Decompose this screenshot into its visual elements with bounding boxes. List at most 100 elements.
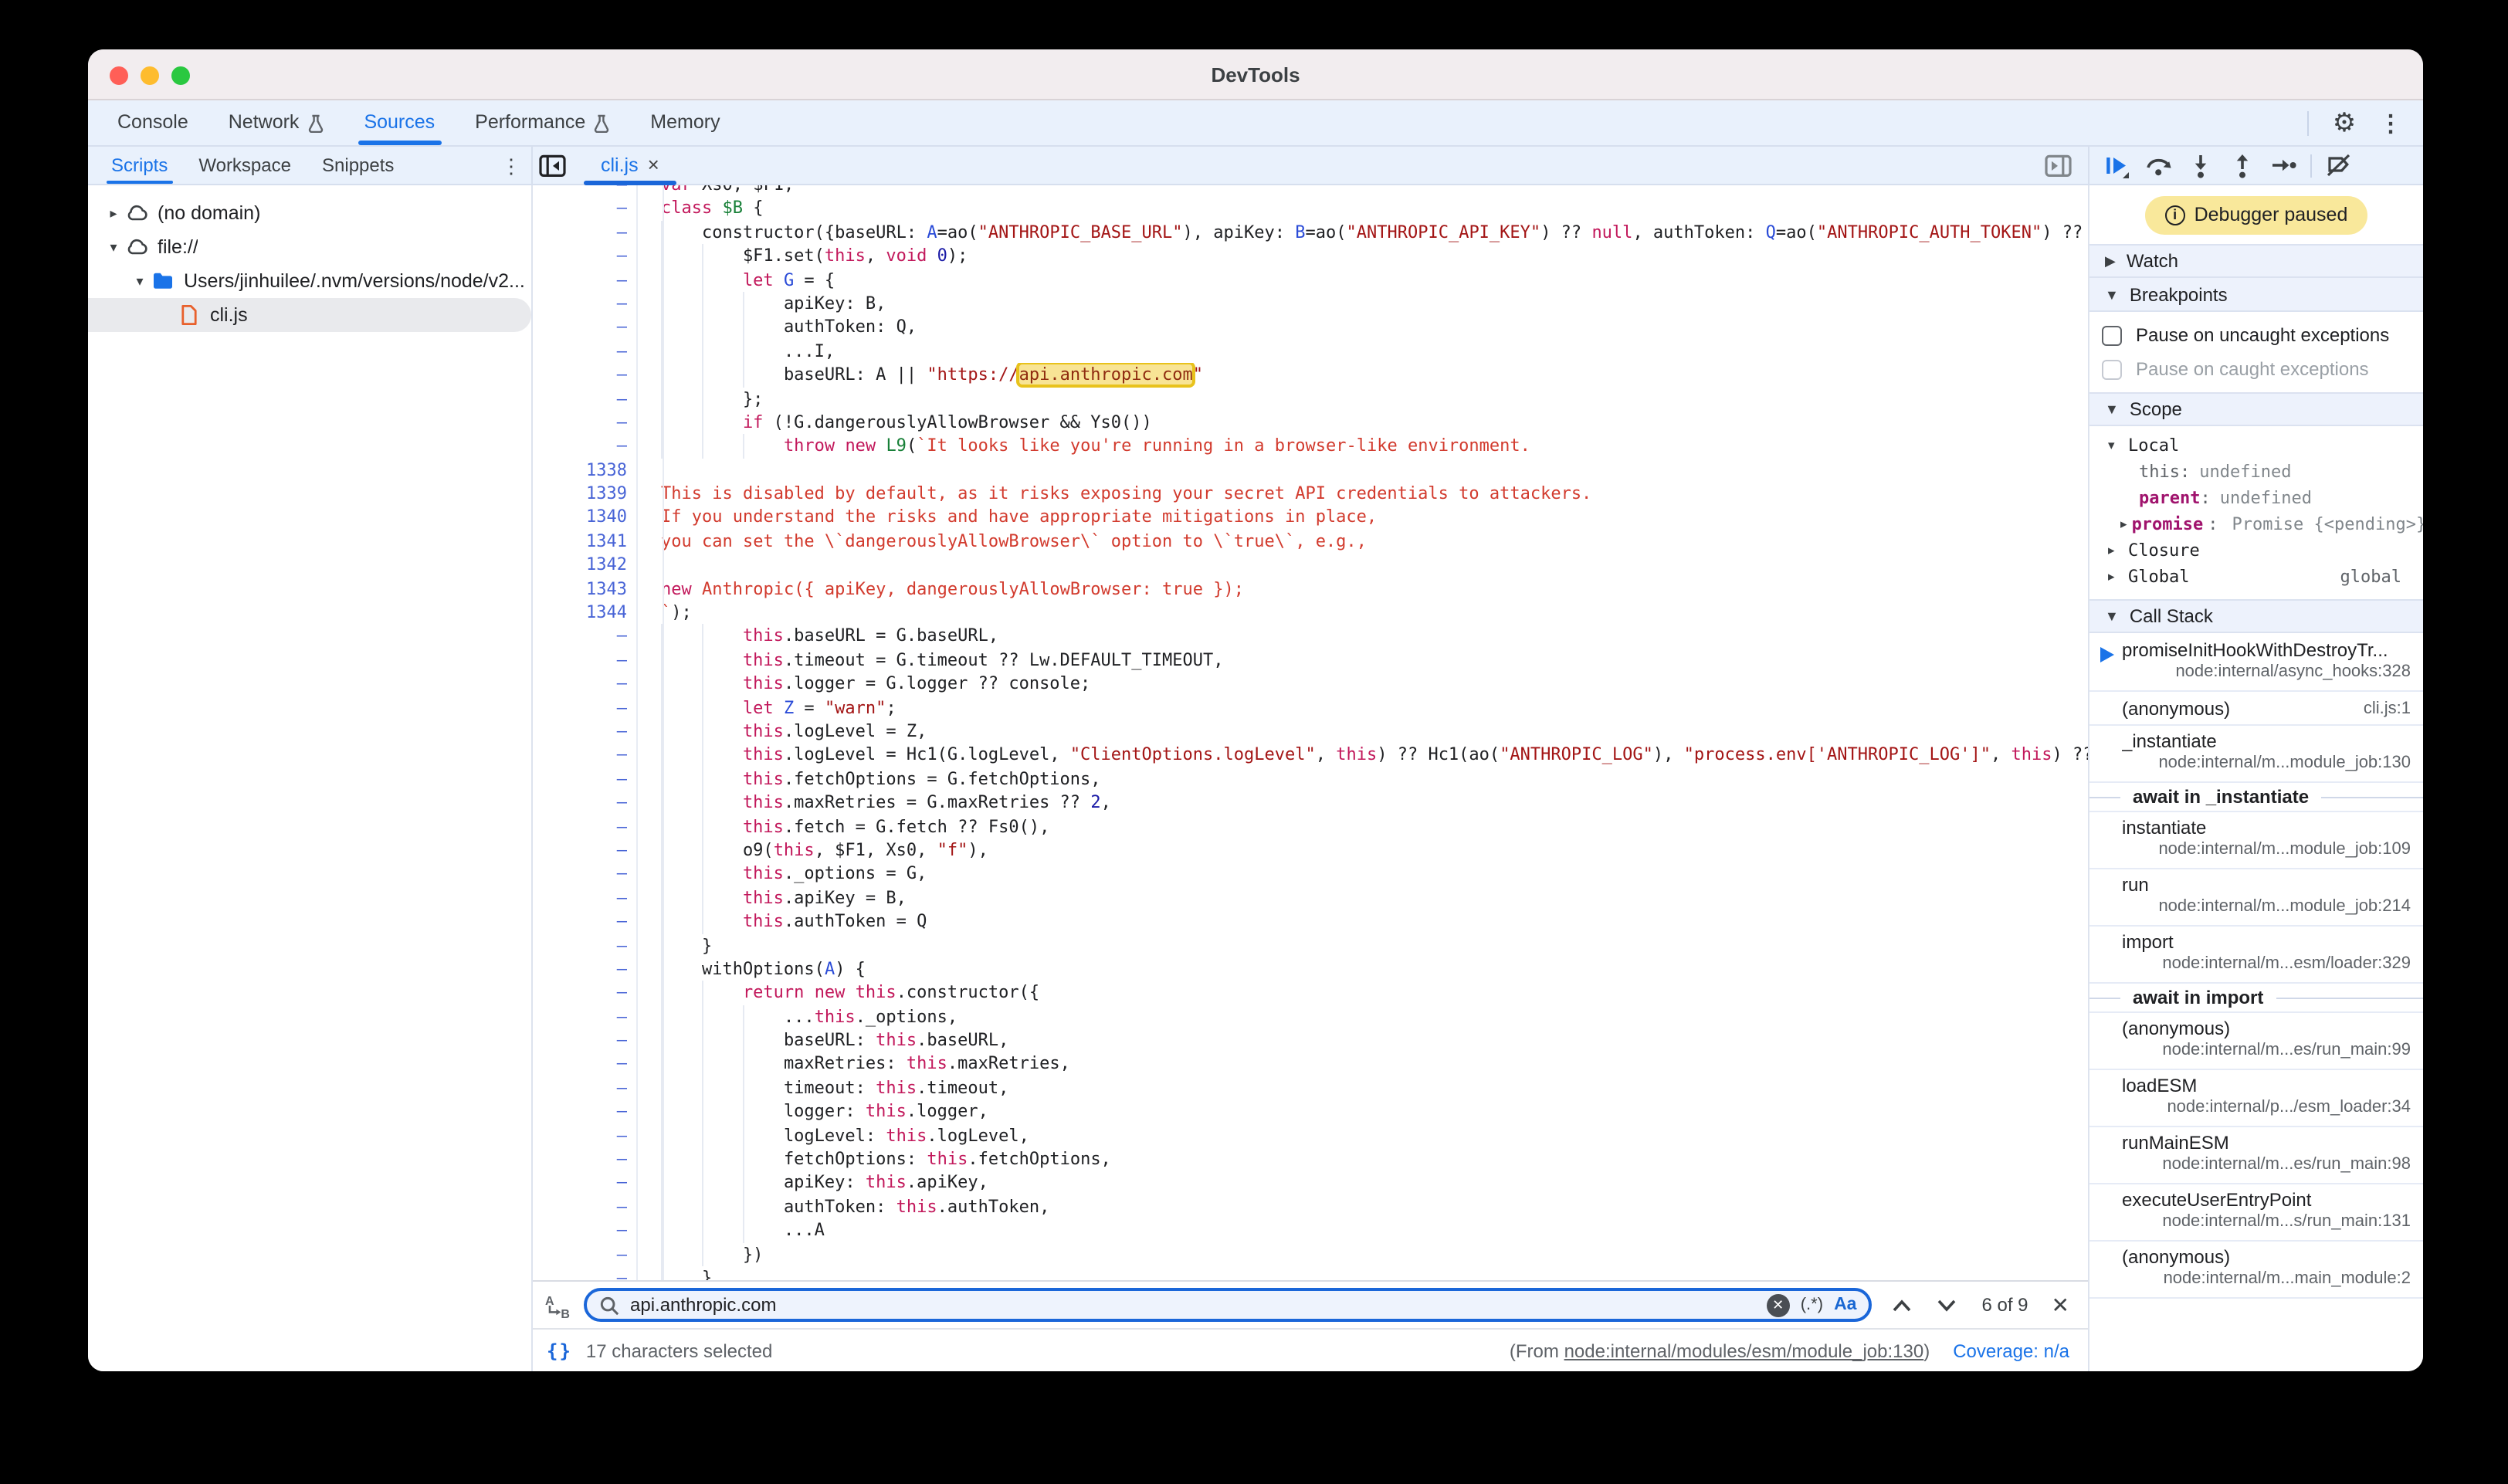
tab-console[interactable]: Console <box>97 100 208 145</box>
code-line-text[interactable]: baseURL: A || "https://api.anthropic.com… <box>638 363 2088 387</box>
code-line-text[interactable]: maxRetries: this.maxRetries, <box>638 1052 2088 1076</box>
code-line-text[interactable]: this.apiKey = B, <box>638 886 2088 910</box>
line-gutter[interactable]: 1338 <box>533 458 638 482</box>
callstack-frame-anonymous[interactable]: (anonymous)node:internal/m...main_module… <box>2089 1242 2423 1299</box>
tree-item-file[interactable]: ▾file:// <box>88 230 531 264</box>
code-line[interactable]: –this.logLevel = Z, <box>533 720 2088 744</box>
code-line[interactable]: 1340If you understand the risks and have… <box>533 506 2088 530</box>
code-line[interactable]: –authToken: this.authToken, <box>533 1195 2088 1219</box>
code-line[interactable]: –} <box>533 1266 2088 1280</box>
code-line[interactable]: –} <box>533 933 2088 957</box>
code-line[interactable]: 1344`); <box>533 601 2088 625</box>
code-line[interactable]: –this.fetch = G.fetch ?? Fs0(), <box>533 815 2088 839</box>
code-line[interactable]: –this._options = G, <box>533 862 2088 886</box>
code-line-text[interactable]: o9(this, $F1, Xs0, "f"), <box>638 839 2088 862</box>
chevron-down-icon[interactable]: ▾ <box>130 273 150 290</box>
code-line[interactable]: –this.logger = G.logger ?? console; <box>533 672 2088 696</box>
clear-search-icon[interactable]: ✕ <box>1767 1293 1790 1316</box>
tab-sources[interactable]: Sources <box>344 100 455 145</box>
navigator-tab-scripts[interactable]: Scripts <box>96 147 183 184</box>
code-line-text[interactable]: $F1.set(this, void 0); <box>638 244 2088 268</box>
code-line-text[interactable]: this.baseURL = G.baseURL, <box>638 625 2088 649</box>
regex-toggle[interactable]: (.*) <box>1801 1296 1823 1314</box>
code-line[interactable]: –...I, <box>533 339 2088 363</box>
code-line-text[interactable]: constructor({baseURL: A=ao("ANTHROPIC_BA… <box>638 221 2088 245</box>
line-gutter[interactable]: – <box>533 744 638 767</box>
code-line-text[interactable]: } <box>638 933 2088 957</box>
line-gutter[interactable]: 1340 <box>533 506 638 530</box>
callstack-frame-instantiate[interactable]: _instantiatenode:internal/m...module_job… <box>2089 726 2423 783</box>
code-line[interactable]: –authToken: Q, <box>533 316 2088 340</box>
module-source-link[interactable]: node:internal/modules/esm/module_job:130 <box>1564 1340 1924 1361</box>
line-gutter[interactable]: – <box>533 981 638 1005</box>
chevron-right-icon[interactable]: ▸ <box>103 205 124 222</box>
tab-performance[interactable]: Performance <box>455 100 630 145</box>
code-line[interactable]: –this.apiKey = B, <box>533 886 2088 910</box>
frame-location[interactable]: node:internal/m...main_module:2 <box>2122 1269 2411 1288</box>
settings-gear-icon[interactable]: ⚙ <box>2324 103 2364 143</box>
line-gutter[interactable]: – <box>533 839 638 862</box>
search-query[interactable]: api.anthropic.com <box>630 1294 1756 1316</box>
chevron-right-icon[interactable]: ▸ <box>2120 516 2127 533</box>
checkbox-unchecked[interactable] <box>2102 359 2122 379</box>
navigator-tab-snippets[interactable]: Snippets <box>307 147 409 184</box>
callstack-frame-runmainesm[interactable]: runMainESMnode:internal/m...es/run_main:… <box>2089 1127 2423 1184</box>
code-line-text[interactable]: this._options = G, <box>638 862 2088 886</box>
code-line-text[interactable]: authToken: Q, <box>638 316 2088 340</box>
section-call-stack[interactable]: ▼ Call Stack <box>2089 599 2423 633</box>
code-line[interactable]: –var Xs0, $F1; <box>533 185 2088 197</box>
code-line[interactable]: –withOptions(A) { <box>533 957 2088 981</box>
code-line-text[interactable]: fetchOptions: this.fetchOptions, <box>638 1147 2088 1171</box>
code-line-text[interactable]: apiKey: this.apiKey, <box>638 1171 2088 1195</box>
checkbox-unchecked[interactable] <box>2102 325 2122 345</box>
code-line-text[interactable]: var Xs0, $F1; <box>638 185 2088 197</box>
step-icon[interactable] <box>2269 151 2298 179</box>
line-gutter[interactable]: – <box>533 339 638 363</box>
code-line[interactable]: –logger: this.logger, <box>533 1099 2088 1123</box>
line-gutter[interactable]: – <box>533 363 638 387</box>
callstack-frame-loadesm[interactable]: loadESMnode:internal/p.../esm_loader:34 <box>2089 1070 2423 1127</box>
line-gutter[interactable]: – <box>533 720 638 744</box>
line-gutter[interactable]: 1341 <box>533 530 638 554</box>
code-line[interactable]: –this.authToken = Q <box>533 910 2088 933</box>
code-line[interactable]: –baseURL: this.baseURL, <box>533 1028 2088 1052</box>
frame-location[interactable]: node:internal/m...module_job:214 <box>2122 897 2411 916</box>
resume-script-icon[interactable] <box>2102 151 2131 179</box>
step-into-icon[interactable] <box>2185 151 2215 179</box>
chevron-down-icon[interactable]: ▾ <box>103 239 124 256</box>
line-gutter[interactable]: – <box>533 1123 638 1147</box>
close-find-bar-icon[interactable]: ✕ <box>2049 1292 2072 1318</box>
code-line-text[interactable]: }) <box>638 1242 2088 1266</box>
code-line[interactable]: –maxRetries: this.maxRetries, <box>533 1052 2088 1076</box>
line-gutter[interactable]: – <box>533 1052 638 1076</box>
match-case-toggle[interactable]: Aa <box>1834 1296 1856 1314</box>
code-line[interactable]: –this.maxRetries = G.maxRetries ?? 2, <box>533 791 2088 815</box>
line-gutter[interactable]: – <box>533 411 638 435</box>
code-line-text[interactable]: ...I, <box>638 339 2088 363</box>
line-gutter[interactable]: – <box>533 886 638 910</box>
code-line-text[interactable]: let Z = "warn"; <box>638 696 2088 720</box>
scope-prop-parent[interactable]: parent:undefined <box>2089 485 2423 511</box>
line-gutter[interactable]: – <box>533 292 638 316</box>
tree-item-users-jinhuilee-nvm-versions-node-v2[interactable]: ▾Users/jinhuilee/.nvm/versions/node/v2..… <box>88 264 531 298</box>
code-line[interactable]: –return new this.constructor({ <box>533 981 2088 1005</box>
code-line-text[interactable]: baseURL: this.baseURL, <box>638 1028 2088 1052</box>
line-gutter[interactable]: – <box>533 649 638 673</box>
code-line[interactable]: –$F1.set(this, void 0); <box>533 244 2088 268</box>
code-line-text[interactable]: return new this.constructor({ <box>638 981 2088 1005</box>
code-line-text[interactable]: timeout: this.timeout, <box>638 1076 2088 1100</box>
close-tab-icon[interactable]: × <box>648 147 659 184</box>
code-line[interactable]: –this.baseURL = G.baseURL, <box>533 625 2088 649</box>
callstack-frame-anonymous[interactable]: (anonymous)node:internal/m...es/run_main… <box>2089 1013 2423 1070</box>
line-gutter[interactable]: – <box>533 316 638 340</box>
frame-location[interactable]: node:internal/p.../esm_loader:34 <box>2122 1098 2411 1116</box>
line-gutter[interactable]: – <box>533 1195 638 1219</box>
section-scope[interactable]: ▼ Scope <box>2089 392 2423 426</box>
code-line[interactable]: –this.fetchOptions = G.fetchOptions, <box>533 767 2088 791</box>
code-line-text[interactable]: new Anthropic({ apiKey, dangerouslyAllow… <box>638 577 2088 601</box>
code-line[interactable]: –this.timeout = G.timeout ?? Lw.DEFAULT_… <box>533 649 2088 673</box>
code-line-text[interactable] <box>638 458 2088 482</box>
frame-location[interactable]: node:internal/m...s/run_main:131 <box>2122 1212 2411 1231</box>
line-gutter[interactable]: – <box>533 1218 638 1242</box>
line-gutter[interactable]: – <box>533 1266 638 1280</box>
